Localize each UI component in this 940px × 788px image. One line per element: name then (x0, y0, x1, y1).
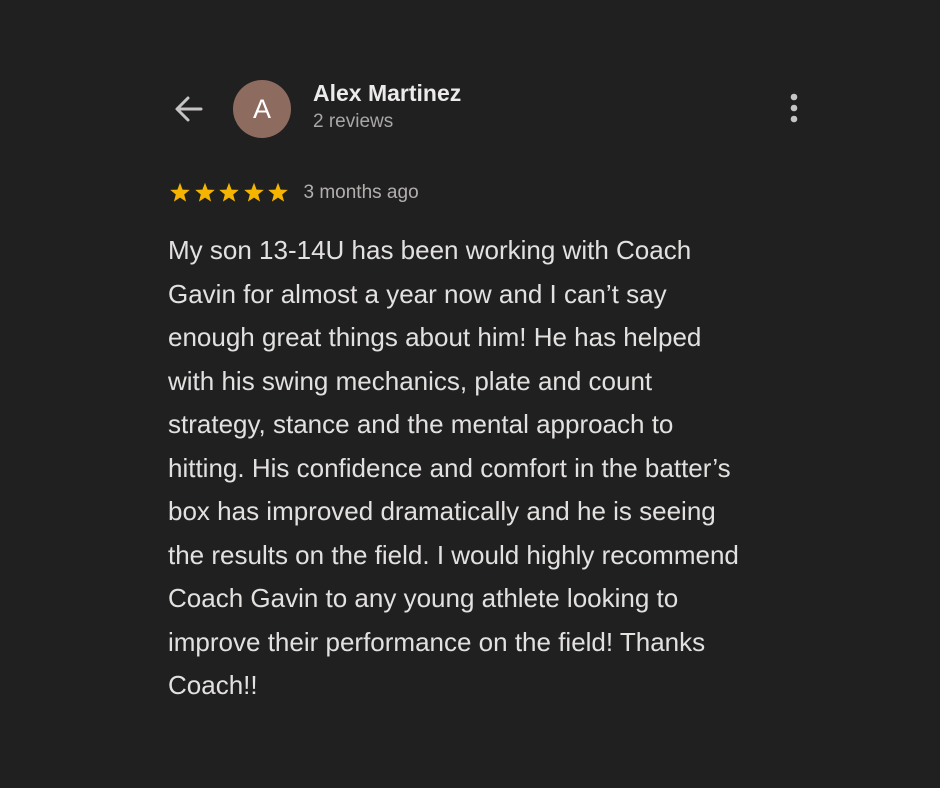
star-rating (168, 181, 291, 205)
review-page: A Alex Martinez 2 reviews 3 months ago M… (0, 0, 940, 788)
arrow-left-icon (175, 96, 203, 122)
back-button[interactable] (168, 88, 210, 130)
review-text-line: hitting. His confidence and comfort in t… (168, 452, 731, 483)
review-text: My son 13-14U has been working with Coac… (168, 229, 848, 708)
more-options-button[interactable] (774, 88, 814, 128)
avatar-letter: A (252, 93, 271, 124)
star-filled-icon (194, 182, 215, 202)
review-text-line: improve their performance on the field! … (168, 626, 706, 657)
review-text-line: My son 13-14U has been working with Coac… (168, 235, 692, 265)
review-time: 3 months ago (303, 182, 419, 203)
review-text-line: Coach!! (168, 670, 258, 700)
review-text-line: box has improved dramatically and he is … (168, 496, 716, 526)
star-filled-icon (243, 182, 264, 202)
avatar[interactable]: A (233, 80, 291, 138)
review-text-line: Gavin for almost a year now and I can’t … (168, 278, 667, 309)
star-filled-icon (219, 182, 239, 202)
star-filled-icon (268, 182, 288, 202)
star-filled-icon (170, 182, 190, 202)
review-text-line: Coach Gavin to any young athlete looking… (168, 583, 679, 613)
reviewer-name[interactable]: Alex Martinez (313, 80, 461, 107)
review-count: 2 reviews (313, 111, 394, 132)
review-text-line: enough great things about him! He has he… (168, 322, 702, 352)
review-text-line: with his swing mechanics, plate and coun… (168, 365, 653, 396)
rating-row: 3 months ago (168, 178, 419, 208)
more-vertical-icon (790, 93, 798, 123)
review-text-line: the results on the field. I would highly… (168, 539, 739, 570)
review-text-line: strategy, stance and the mental approach… (168, 409, 674, 439)
